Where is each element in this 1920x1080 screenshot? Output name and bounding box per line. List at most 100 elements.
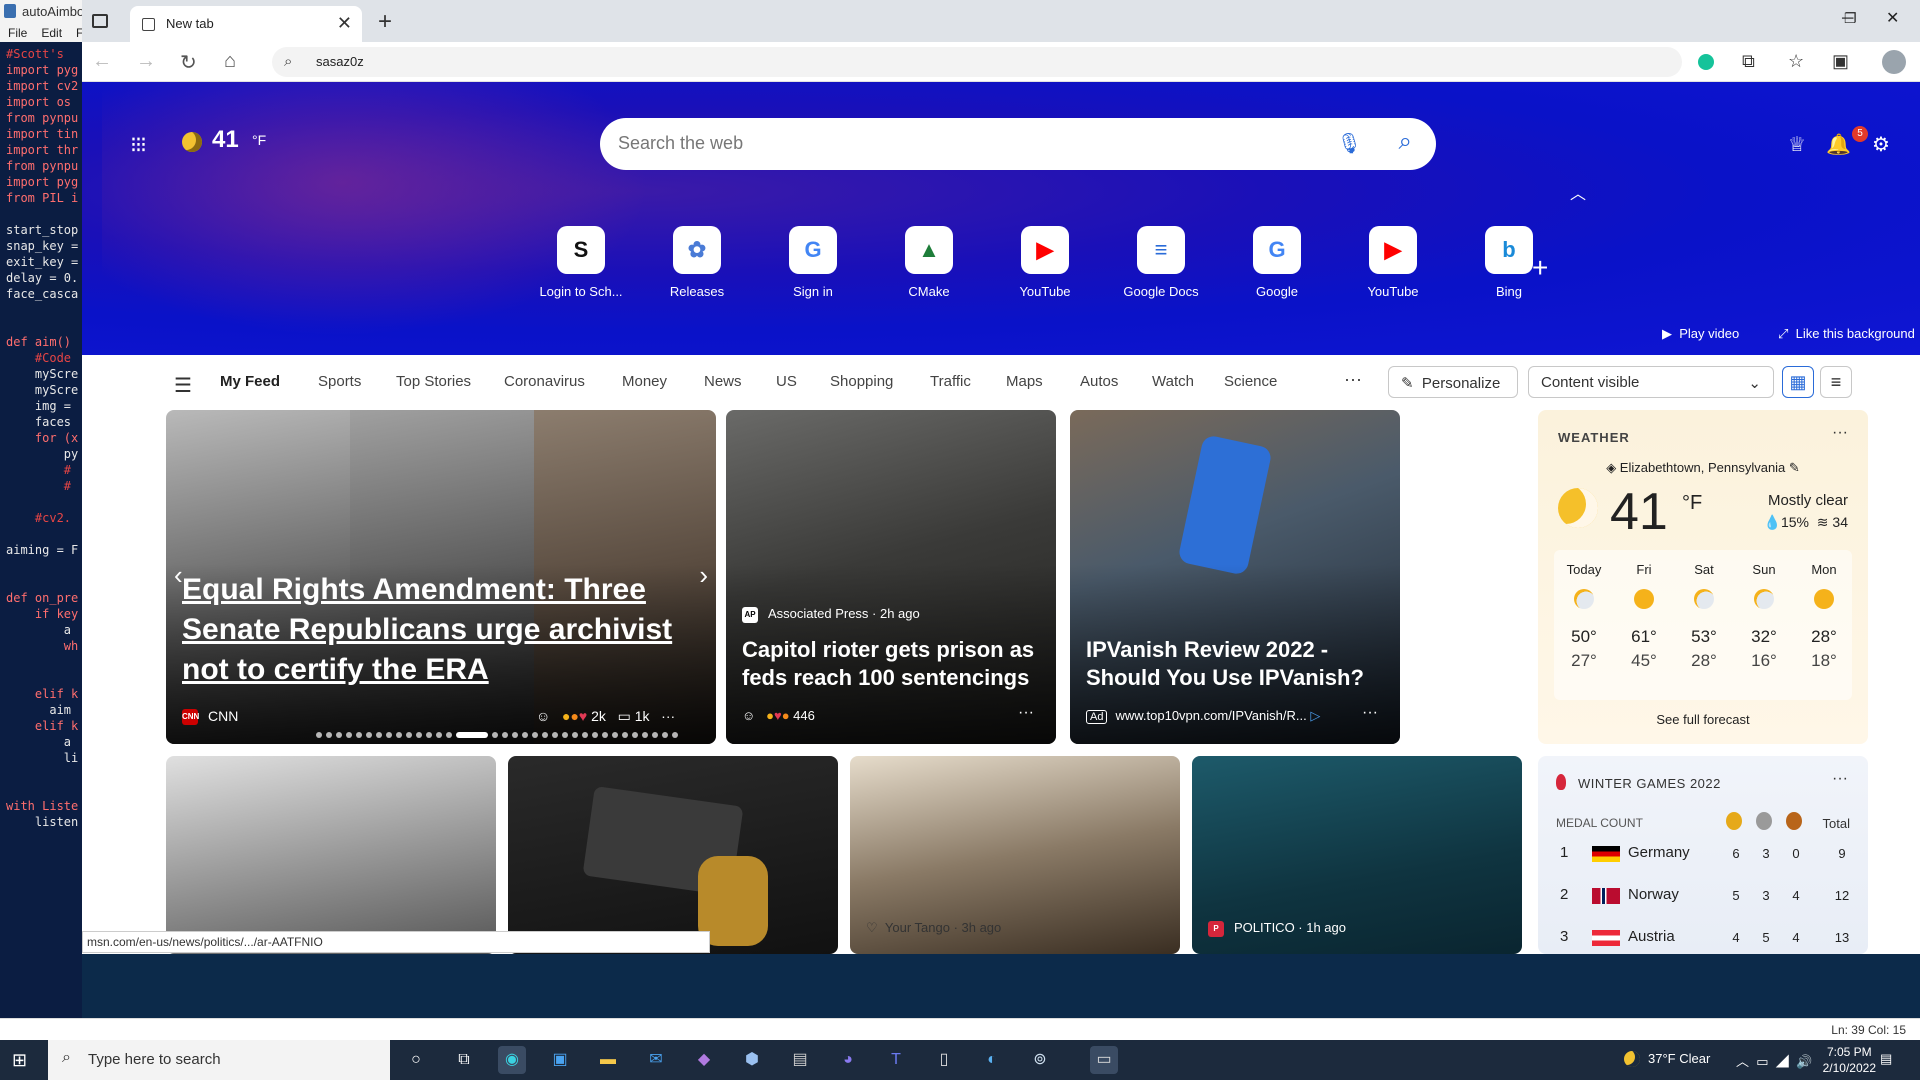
carousel-dot[interactable] bbox=[602, 732, 608, 738]
featured-reactions[interactable]: ☺ ●●♥ 2k ▭ 1k ··· bbox=[536, 708, 675, 725]
carousel-dot[interactable] bbox=[492, 732, 498, 738]
favorites-icon[interactable]: ☆ bbox=[1788, 51, 1804, 72]
feed-tab[interactable]: Shopping bbox=[830, 373, 893, 390]
story-card-capitol[interactable]: AP Associated Press · 2h ago Capitol riot… bbox=[726, 410, 1056, 744]
notification-center-icon[interactable]: ▤ bbox=[1880, 1051, 1892, 1067]
medal-row[interactable]: 1 Germany 6 3 0 9 bbox=[1556, 842, 1856, 866]
forecast-day[interactable]: Sat 53° 28° bbox=[1674, 550, 1734, 671]
carousel-dot[interactable] bbox=[652, 732, 658, 738]
taskbar-search[interactable]: ⌕ Type here to search bbox=[48, 1040, 390, 1080]
app-window-icon[interactable]: ▤ bbox=[786, 1046, 814, 1074]
forecast-day[interactable]: Sun 32° 16° bbox=[1734, 550, 1794, 671]
edge-icon[interactable]: ◉ bbox=[498, 1046, 526, 1074]
carousel-dot[interactable] bbox=[672, 732, 678, 738]
web-search-box[interactable]: Search the web 🎙 ⌕ bbox=[600, 118, 1436, 170]
close-tab-icon[interactable]: ✕ bbox=[337, 13, 352, 34]
feed-tab[interactable]: Top Stories bbox=[396, 373, 471, 390]
weather-widget[interactable]: WEATHER ··· ◈ Elizabethtown, Pennsylvani… bbox=[1538, 410, 1868, 744]
carousel-dot[interactable] bbox=[316, 732, 322, 738]
carousel-dot[interactable] bbox=[426, 732, 432, 738]
play-video-button[interactable]: ▶ Play video bbox=[1662, 326, 1739, 342]
refresh-icon[interactable]: ↻ bbox=[180, 50, 197, 75]
capitol-reactions[interactable]: ☺ ●♥● 446 bbox=[742, 708, 815, 723]
carousel-dot[interactable] bbox=[532, 732, 538, 738]
clock[interactable]: 7:05 PM 2/10/2022 bbox=[1823, 1044, 1876, 1076]
medal-row[interactable]: 2 Norway 5 3 4 12 bbox=[1556, 884, 1856, 908]
code-area[interactable]: #Scott's import pyg import cv2 import os fro… bbox=[0, 42, 82, 1024]
task-view-icon[interactable]: ⧉ bbox=[450, 1046, 478, 1074]
store-icon[interactable]: ▣ bbox=[546, 1046, 574, 1074]
quick-link[interactable]: S Login to Sch... bbox=[526, 226, 636, 299]
featured-story-card[interactable]: ‹ › Equal Rights Amendment: Three Senate… bbox=[166, 410, 716, 744]
feed-tab[interactable]: Maps bbox=[1006, 373, 1043, 390]
carousel-dot[interactable] bbox=[336, 732, 342, 738]
extensions-icon[interactable]: ⧉ bbox=[1742, 51, 1755, 72]
carousel-dot[interactable] bbox=[582, 732, 588, 738]
quick-link[interactable]: ✿ Releases bbox=[642, 226, 752, 299]
address-text[interactable]: sasaz0z bbox=[316, 54, 364, 69]
quick-link[interactable]: ▶ YouTube bbox=[1338, 226, 1448, 299]
forward-icon[interactable]: → bbox=[136, 50, 156, 73]
carousel-dot[interactable] bbox=[502, 732, 508, 738]
story-card-politico[interactable]: P POLITICO · 1h ago bbox=[1192, 756, 1522, 954]
mail-icon[interactable]: ✉ bbox=[642, 1046, 670, 1074]
tray-icons[interactable]: ︿ ▭ ◢ 🔊 bbox=[1736, 1051, 1812, 1070]
carousel-dot[interactable] bbox=[446, 732, 452, 738]
chevron-up-icon[interactable]: ︿ bbox=[1570, 180, 1586, 204]
collections-icon[interactable]: ▣ bbox=[1832, 51, 1849, 72]
search-input[interactable]: Search the web bbox=[618, 133, 743, 154]
feed-tab[interactable]: Money bbox=[622, 373, 667, 390]
teams-icon[interactable]: T bbox=[882, 1046, 910, 1074]
like-background-button[interactable]: ⤢ Like this background bbox=[1778, 326, 1915, 342]
settings-gear-icon[interactable]: ⚙ bbox=[1872, 132, 1890, 157]
feed-tab[interactable]: Watch bbox=[1152, 373, 1194, 390]
new-tab-button[interactable]: + bbox=[378, 8, 392, 36]
medal-row[interactable]: 3 Austria 4 5 4 13 bbox=[1556, 926, 1856, 950]
story-card-tango[interactable]: ♡ Your Tango · 3h ago bbox=[850, 756, 1180, 954]
more-icon[interactable]: ··· bbox=[1344, 369, 1362, 390]
feed-tab[interactable]: Sports bbox=[318, 373, 361, 390]
capitol-title[interactable]: Capitol rioter gets prison as feds reach… bbox=[742, 636, 1042, 692]
carousel-dot[interactable] bbox=[326, 732, 332, 738]
forecast-day[interactable]: Fri 61° 45° bbox=[1614, 550, 1674, 671]
ipvanish-title[interactable]: IPVanish Review 2022 - Should You Use IP… bbox=[1086, 636, 1386, 692]
app-cube-icon[interactable]: ⬢ bbox=[738, 1046, 766, 1074]
quick-link[interactable]: G Google bbox=[1222, 226, 1332, 299]
story-card-creditcard[interactable] bbox=[508, 756, 838, 954]
quick-link[interactable]: ▶ YouTube bbox=[990, 226, 1100, 299]
windows-start-icon[interactable]: ⊞ bbox=[12, 1050, 27, 1071]
carousel-dot[interactable] bbox=[542, 732, 548, 738]
carousel-dot[interactable] bbox=[386, 732, 392, 738]
carousel-dot[interactable] bbox=[552, 732, 558, 738]
microphone-icon[interactable]: 🎙 bbox=[1337, 131, 1362, 156]
more-icon[interactable]: ··· bbox=[1832, 424, 1848, 442]
feed-tab[interactable]: Science bbox=[1224, 373, 1277, 390]
carousel-dot[interactable] bbox=[662, 732, 668, 738]
feed-tab[interactable]: Traffic bbox=[930, 373, 971, 390]
carousel-dot[interactable] bbox=[356, 732, 362, 738]
grammarly-extension-icon[interactable] bbox=[1698, 54, 1714, 70]
add-shortcut-button[interactable]: + bbox=[1532, 252, 1548, 284]
file-explorer-icon[interactable]: ▬ bbox=[594, 1046, 622, 1074]
personalize-button[interactable]: ✎ Personalize bbox=[1388, 366, 1518, 398]
taskbar-search-input[interactable]: Type here to search bbox=[88, 1051, 221, 1068]
more-icon[interactable]: ··· bbox=[1018, 704, 1034, 722]
carousel-dot[interactable] bbox=[406, 732, 412, 738]
winter-games-widget[interactable]: WINTER GAMES 2022 ··· MEDAL COUNT Total … bbox=[1538, 756, 1868, 954]
visual-studio-icon[interactable]: ◆ bbox=[690, 1046, 718, 1074]
app-blue-icon[interactable]: ◐ bbox=[978, 1046, 1006, 1074]
carousel-dot[interactable] bbox=[632, 732, 638, 738]
close-window-icon[interactable]: ✕ bbox=[1886, 8, 1899, 28]
carousel-dot[interactable] bbox=[642, 732, 648, 738]
quick-link[interactable]: ≡ Google Docs bbox=[1106, 226, 1216, 299]
document-icon[interactable]: ▯ bbox=[930, 1046, 958, 1074]
profile-avatar[interactable] bbox=[1882, 50, 1906, 74]
more-icon[interactable]: ··· bbox=[1832, 770, 1848, 788]
carousel-dot[interactable] bbox=[346, 732, 352, 738]
story-card-portrait[interactable] bbox=[166, 756, 496, 954]
address-bar[interactable]: ⌕ sasaz0z bbox=[272, 47, 1682, 77]
forecast-day[interactable]: Mon 28° 18° bbox=[1794, 550, 1854, 671]
carousel-dot[interactable] bbox=[416, 732, 422, 738]
terminal-icon[interactable]: ▭ bbox=[1090, 1046, 1118, 1074]
home-icon[interactable]: ⌂ bbox=[224, 50, 236, 73]
